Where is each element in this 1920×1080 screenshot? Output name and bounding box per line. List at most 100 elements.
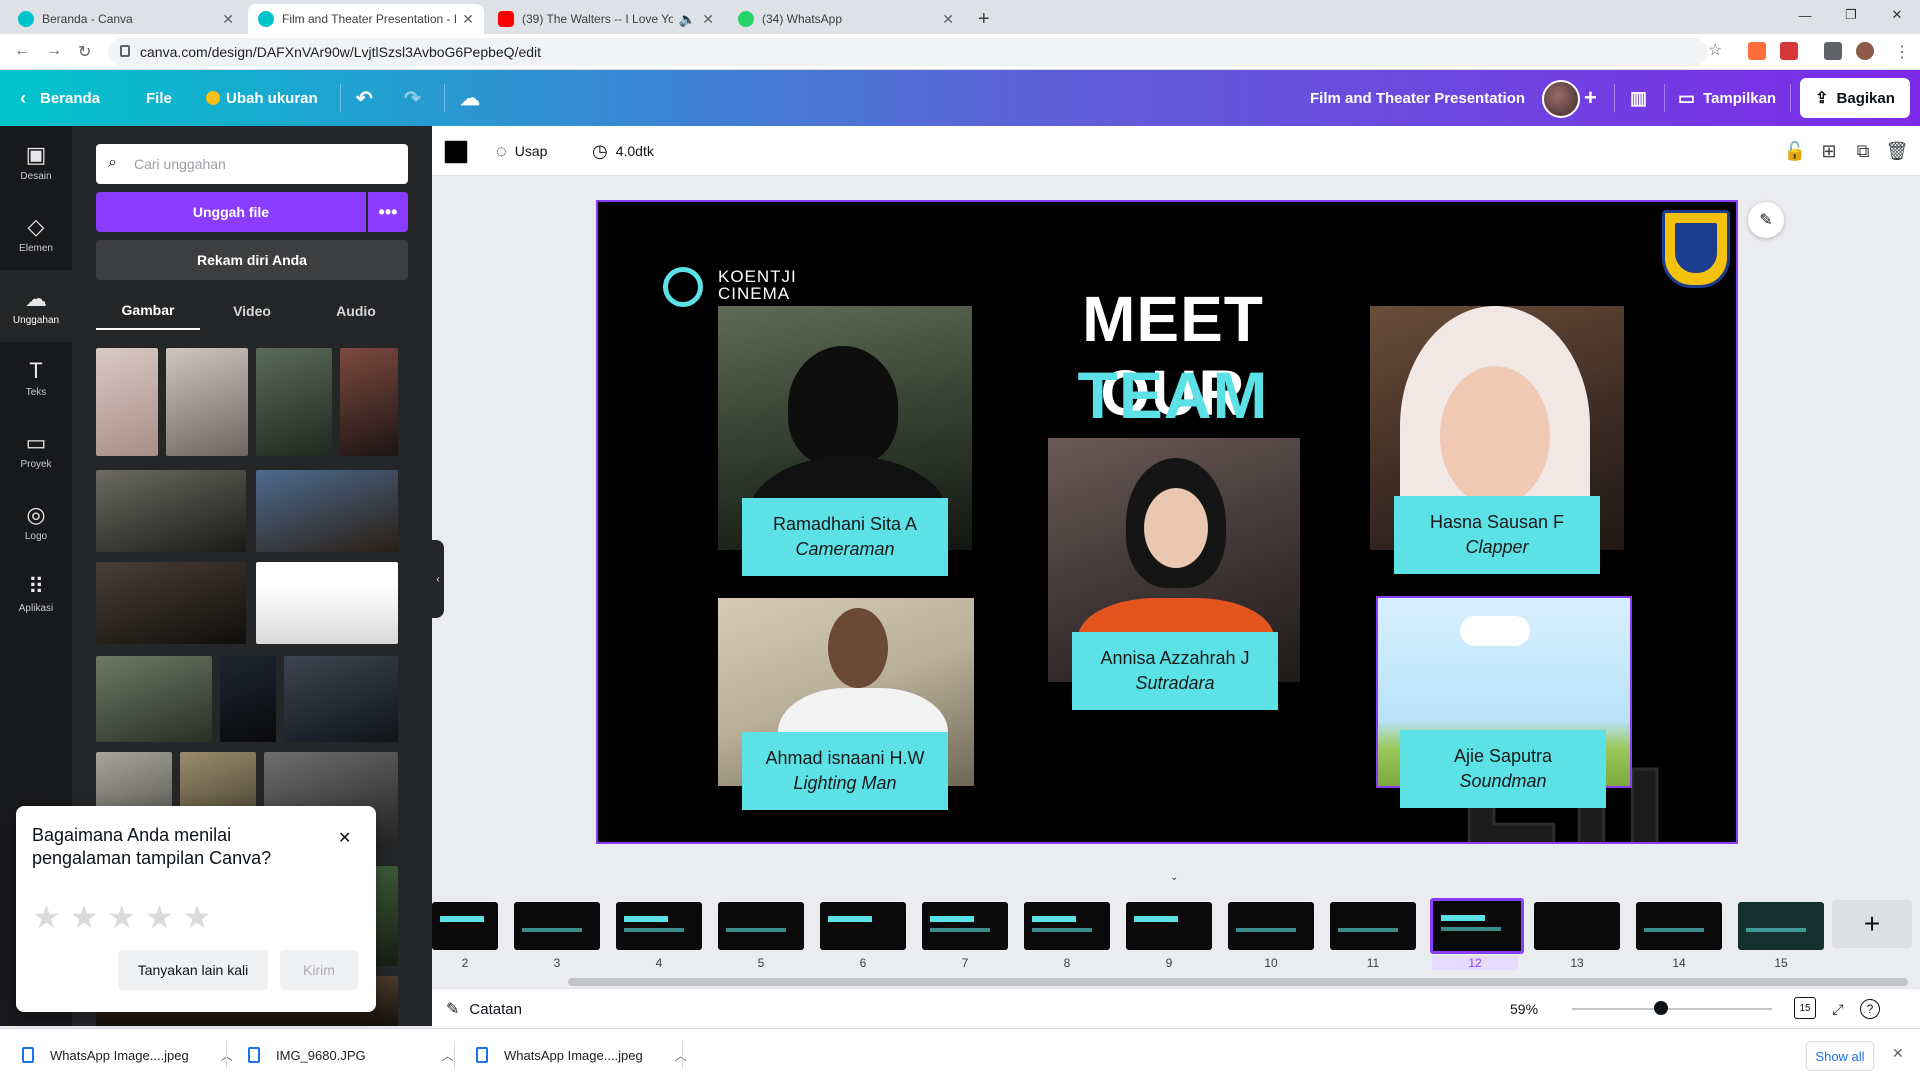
page-thumbnail[interactable] [432, 902, 498, 950]
duplicate-page-icon[interactable]: ⧉ [1850, 138, 1876, 164]
close-icon[interactable]: ✕ [942, 11, 954, 28]
zoom-slider[interactable] [1572, 1008, 1772, 1010]
upload-thumbnail[interactable] [220, 656, 276, 742]
window-close-icon[interactable]: ✕ [1874, 0, 1920, 30]
resize-button[interactable]: Ubah ukuran [206, 70, 318, 126]
rail-item-apps[interactable]: ⠿ Aplikasi [0, 558, 72, 630]
star-rating[interactable]: ★ ★ ★ ★ ★ [32, 898, 220, 936]
close-icon[interactable]: ✕ [1892, 1045, 1904, 1062]
transition-button[interactable]: ◌ Usap [496, 138, 547, 164]
member-name-card[interactable]: Ahmad isnaani H.W Lighting Man [742, 732, 948, 810]
new-tab-button[interactable]: + [970, 4, 1004, 34]
home-button[interactable]: ‹ Beranda [20, 70, 100, 126]
close-icon[interactable]: ✕ [222, 11, 234, 28]
avatar[interactable] [1542, 80, 1580, 118]
slide-title-line2[interactable]: TEAM [1008, 357, 1338, 433]
rail-item-uploads[interactable]: ☁ Unggahan [0, 270, 72, 342]
page-thumbnail[interactable] [1228, 902, 1314, 950]
upload-thumbnail[interactable] [284, 656, 398, 742]
upload-file-button[interactable]: Unggah file [96, 192, 366, 232]
fullscreen-icon[interactable]: ⤢ [1826, 997, 1850, 1021]
member-name-card[interactable]: Annisa Azzahrah J Sutradara [1072, 632, 1278, 710]
close-icon[interactable]: ✕ [462, 11, 474, 28]
upload-thumbnail[interactable] [256, 470, 398, 552]
scrollbar-thumb[interactable] [568, 978, 1908, 986]
add-page-icon[interactable]: ⊞ [1816, 138, 1842, 164]
page-thumbnail[interactable] [718, 902, 804, 950]
reload-icon[interactable]: ↻ [78, 42, 91, 62]
star-icon[interactable]: ★ [32, 898, 61, 936]
page-thumbnail[interactable] [922, 902, 1008, 950]
present-button[interactable]: ▭ Tampilkan [1678, 70, 1776, 126]
insights-icon[interactable]: ▥ [1630, 70, 1647, 126]
design-title[interactable]: Film and Theater Presentation [1310, 70, 1525, 126]
add-comment-icon[interactable]: ✎ [1748, 202, 1784, 238]
forward-icon[interactable]: → [46, 42, 62, 60]
profile-avatar[interactable] [1856, 42, 1874, 60]
restore-icon[interactable]: ❐ [1828, 0, 1874, 30]
show-all-button[interactable]: Show all [1806, 1041, 1874, 1071]
upload-thumbnail[interactable] [256, 562, 398, 644]
star-icon[interactable]: ★ [183, 898, 212, 936]
star-icon[interactable]: ★ [70, 898, 99, 936]
rail-item-elements[interactable]: ◇ Elemen [0, 198, 72, 270]
member-name-card[interactable]: Ajie Saputra Soundman [1400, 730, 1606, 808]
close-icon[interactable]: ✕ [338, 828, 351, 848]
page-thumbnail[interactable] [820, 902, 906, 950]
upload-thumbnail[interactable] [256, 348, 332, 456]
tab-video[interactable]: Video [200, 292, 304, 330]
download-item[interactable]: IMG_9680.JPG ︿ [248, 1043, 454, 1067]
member-name-card[interactable]: Hasna Sausan F Clapper [1394, 496, 1600, 574]
menu-dots-icon[interactable]: ⋮ [1894, 42, 1910, 62]
add-collaborator-icon[interactable]: + [1584, 70, 1597, 126]
tab-images[interactable]: Gambar [96, 292, 200, 330]
member-name-card[interactable]: Ramadhani Sita A Cameraman [742, 498, 948, 576]
star-icon[interactable]: ★ [107, 898, 136, 936]
page-thumbnail[interactable] [1636, 902, 1722, 950]
collapse-panel-icon[interactable]: ‹ [432, 540, 444, 618]
page-thumbnail-current[interactable] [1430, 898, 1524, 954]
delete-page-icon[interactable]: 🗑 [1884, 138, 1910, 164]
undo-icon[interactable]: ↶ [356, 70, 373, 126]
file-menu-button[interactable]: File [146, 70, 172, 126]
upload-thumbnail[interactable] [96, 656, 212, 742]
upload-thumbnail[interactable] [166, 348, 248, 456]
bookmark-star-icon[interactable]: ☆ [1708, 40, 1722, 60]
search-input[interactable]: ⌕ Cari unggahan [96, 144, 408, 184]
upload-thumbnail[interactable] [96, 348, 158, 456]
download-item[interactable]: WhatsApp Image....jpeg ︿ [22, 1043, 233, 1067]
back-icon[interactable]: ← [14, 42, 30, 60]
page-thumbnail[interactable] [1534, 902, 1620, 950]
page-count-button[interactable]: 15 [1794, 997, 1816, 1019]
close-icon[interactable]: ✕ [702, 11, 714, 28]
zoom-slider-handle[interactable] [1654, 1001, 1668, 1015]
ask-later-button[interactable]: Tanyakan lain kali [118, 950, 268, 990]
redo-icon[interactable]: ↷ [404, 70, 421, 126]
upload-thumbnail[interactable] [96, 470, 246, 552]
browser-tab-youtube[interactable]: (39) The Walters -- I Love You 🔈 ✕ [488, 4, 724, 34]
page-thumbnail[interactable] [514, 902, 600, 950]
chevron-up-icon[interactable]: ︿ [675, 1047, 687, 1064]
more-options-icon[interactable]: ••• [368, 192, 408, 232]
slide-canvas[interactable]: KOENTJI CINEMA MEET OUR TEAM FILM Ramadh… [596, 200, 1738, 844]
url-input[interactable]: canva.com/design/DAFXnVAr90w/LvjtlSzsl3A… [108, 38, 1708, 66]
chevron-up-icon[interactable]: ︿ [442, 1047, 454, 1064]
cloud-saved-icon[interactable]: ☁ [460, 70, 480, 126]
duration-button[interactable]: ◷ 4.0dtk [592, 138, 654, 164]
expand-pages-icon[interactable]: ⌄ [1170, 872, 1178, 883]
page-thumbnail[interactable] [1738, 902, 1824, 950]
upload-thumbnail[interactable] [96, 562, 246, 644]
rail-item-logo[interactable]: ◎ Logo [0, 486, 72, 558]
page-thumbnail[interactable] [1024, 902, 1110, 950]
extension-icon[interactable] [1780, 42, 1798, 60]
page-thumbnail[interactable] [1330, 902, 1416, 950]
speaker-icon[interactable]: 🔈 [679, 11, 696, 28]
upload-thumbnail[interactable] [340, 348, 398, 456]
help-icon[interactable]: ? [1860, 999, 1880, 1019]
extension-icon[interactable] [1748, 42, 1766, 60]
browser-tab-whatsapp[interactable]: (34) WhatsApp ✕ [728, 4, 964, 34]
rail-item-text[interactable]: T Teks [0, 342, 72, 414]
school-crest-logo[interactable] [1662, 210, 1730, 288]
page-thumbnail[interactable] [1126, 902, 1212, 950]
notes-button[interactable]: ✎ Catatan [446, 999, 522, 1019]
